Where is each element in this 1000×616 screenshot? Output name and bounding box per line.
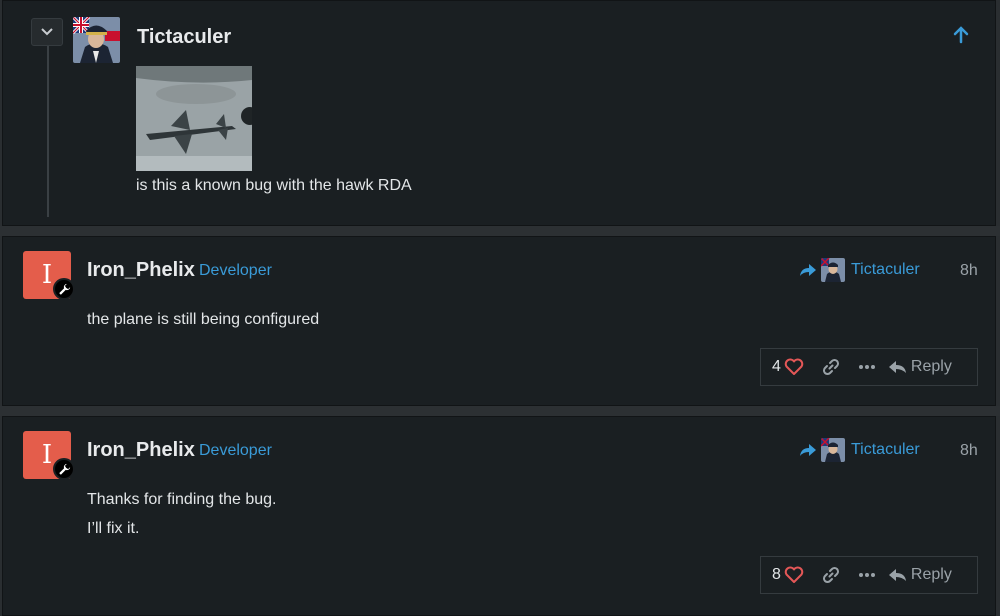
- reply-button[interactable]: Reply: [888, 566, 952, 584]
- role-flair: [53, 458, 75, 480]
- post-date[interactable]: 8h: [960, 442, 978, 460]
- more-actions-button[interactable]: [858, 364, 876, 370]
- reply-to-username: Tictaculer: [851, 441, 920, 458]
- heart-icon: [784, 358, 804, 375]
- like-count: 8: [772, 566, 781, 583]
- reply-button[interactable]: Reply: [888, 358, 952, 376]
- reply-label: Reply: [910, 566, 952, 583]
- post: I Iron_Phelix Developer Tictaculer 8h th…: [2, 236, 996, 406]
- post-actions: 4 Reply: [760, 348, 978, 386]
- like-count: 4: [772, 358, 781, 375]
- quoted-post: Tictaculer is this a known bug with the …: [2, 0, 996, 226]
- share-arrow-icon: [800, 264, 816, 276]
- post-divider: [0, 226, 1000, 236]
- username[interactable]: Iron_Phelix: [87, 259, 195, 282]
- avatar: [821, 258, 845, 282]
- post-text: I’ll fix it.: [87, 520, 140, 537]
- collapse-button[interactable]: [31, 18, 63, 46]
- post-body: the plane is still being configured: [87, 305, 319, 334]
- reply-to-username: Tictaculer: [851, 261, 920, 278]
- username[interactable]: Iron_Phelix: [87, 439, 195, 462]
- avatar: [821, 438, 845, 462]
- link-icon: [822, 566, 839, 584]
- post-text: the plane is still being configured: [87, 311, 320, 328]
- ellipsis-icon: [858, 573, 875, 577]
- quote-thread-line: [47, 46, 49, 217]
- role-flair: [53, 278, 75, 300]
- post: I Iron_Phelix Developer Tictaculer 8h Th…: [2, 416, 996, 616]
- user-title: Developer: [199, 442, 272, 459]
- reply-label: Reply: [910, 358, 952, 375]
- post-actions: 8 Reply: [760, 556, 978, 594]
- chevron-down-icon: [41, 28, 53, 36]
- share-arrow-icon: [800, 444, 816, 456]
- copy-link-button[interactable]: [822, 566, 840, 584]
- wrench-icon: [58, 283, 70, 295]
- post-text: Thanks for finding the bug.: [87, 491, 277, 508]
- post-divider: [0, 406, 1000, 416]
- wrench-icon: [58, 463, 70, 475]
- quote-text: is this a known bug with the hawk RDA: [136, 177, 412, 194]
- reply-icon: [888, 361, 906, 373]
- back-to-top-button[interactable]: [951, 25, 971, 50]
- like-button[interactable]: 4: [772, 358, 804, 376]
- post-date[interactable]: 8h: [960, 262, 978, 280]
- like-button[interactable]: 8: [772, 566, 804, 584]
- attached-image-thumbnail[interactable]: [136, 66, 252, 171]
- avatar[interactable]: [73, 17, 120, 63]
- post-body: Thanks for finding the bug. I’ll fix it.: [87, 485, 276, 543]
- more-actions-button[interactable]: [858, 572, 876, 578]
- user-title: Developer: [199, 262, 272, 279]
- heart-icon: [784, 566, 804, 583]
- copy-link-button[interactable]: [822, 358, 840, 376]
- arrow-up-icon: [953, 26, 969, 44]
- quote-username[interactable]: Tictaculer: [137, 26, 231, 49]
- reply-to-tab[interactable]: Tictaculer: [799, 438, 920, 462]
- ellipsis-icon: [858, 365, 875, 369]
- reply-icon: [888, 569, 906, 581]
- reply-to-tab[interactable]: Tictaculer: [799, 258, 920, 282]
- link-icon: [822, 358, 839, 376]
